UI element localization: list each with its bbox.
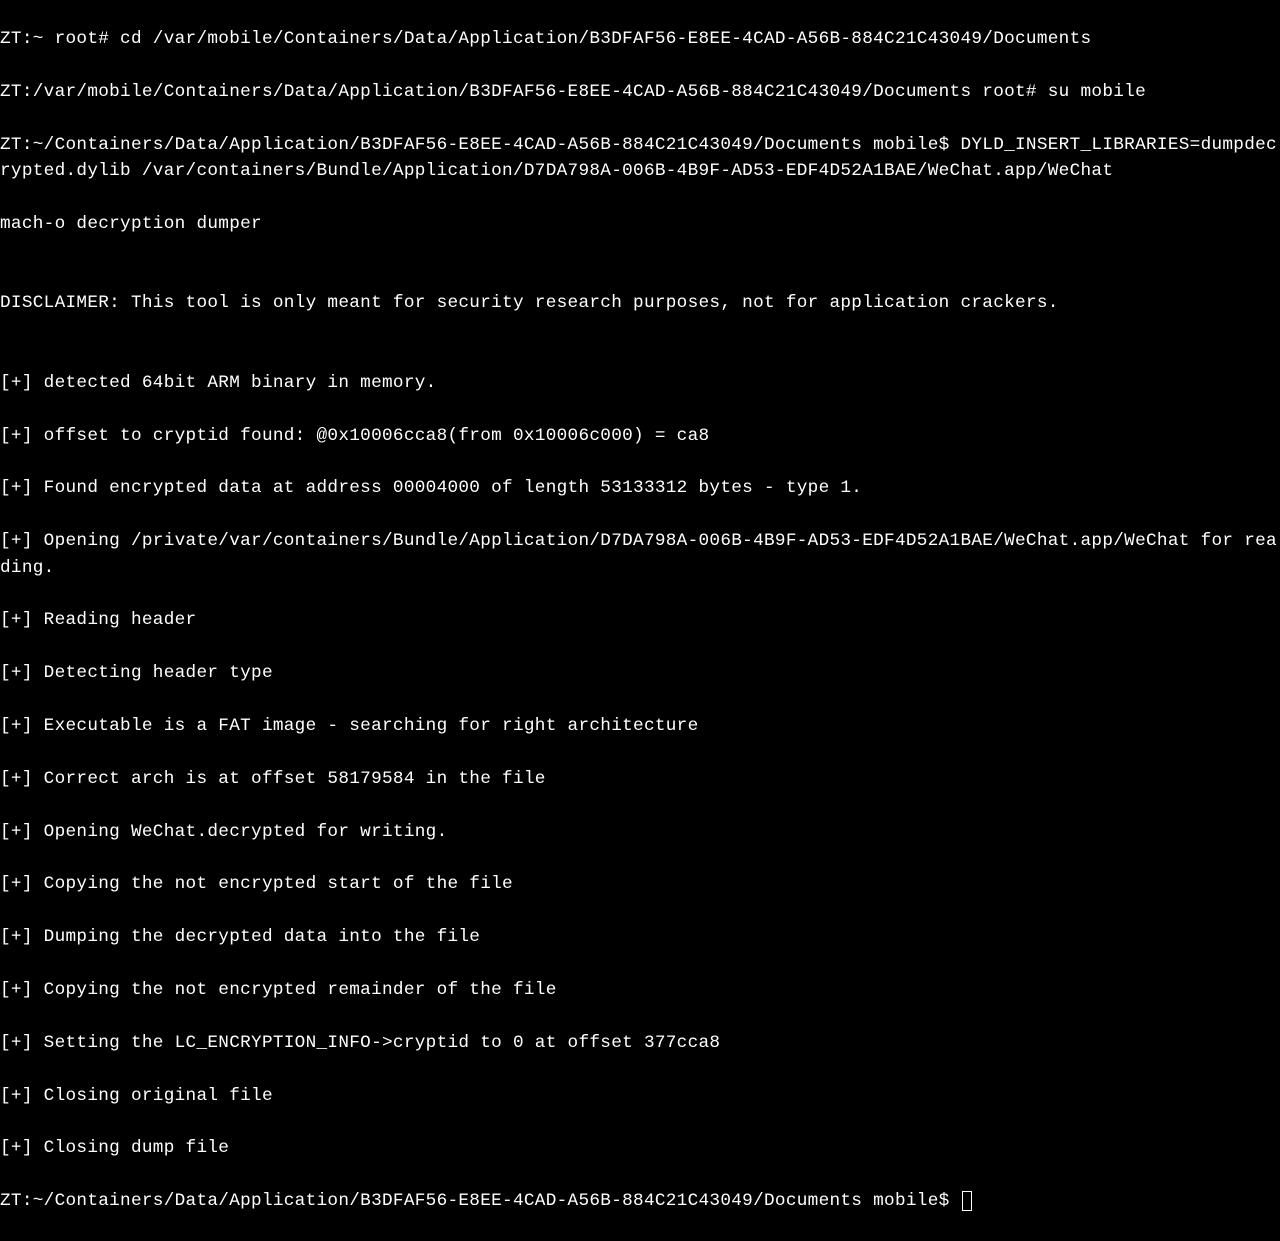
terminal-line: [+] Executable is a FAT image - searchin… <box>0 713 1280 739</box>
terminal-line: [+] Copying the not encrypted remainder … <box>0 977 1280 1003</box>
terminal-line: [+] Reading header <box>0 607 1280 633</box>
terminal-prompt: ZT:~/Containers/Data/Application/B3DFAF5… <box>0 1191 960 1211</box>
terminal-line: [+] offset to cryptid found: @0x10006cca… <box>0 423 1280 449</box>
terminal-line: [+] Copying the not encrypted start of t… <box>0 871 1280 897</box>
terminal-line: [+] Setting the LC_ENCRYPTION_INFO->cryp… <box>0 1030 1280 1056</box>
terminal-line: DISCLAIMER: This tool is only meant for … <box>0 290 1280 316</box>
terminal-line: [+] Detecting header type <box>0 660 1280 686</box>
terminal-line: [+] detected 64bit ARM binary in memory. <box>0 370 1280 396</box>
terminal-line: [+] Dumping the decrypted data into the … <box>0 924 1280 950</box>
cursor-icon <box>962 1191 972 1211</box>
terminal-line: mach-o decryption dumper <box>0 211 1280 237</box>
terminal-line: [+] Closing dump file <box>0 1135 1280 1161</box>
terminal-line: ZT:~/Containers/Data/Application/B3DFAF5… <box>0 132 1280 185</box>
terminal-line: ZT:/var/mobile/Containers/Data/Applicati… <box>0 79 1280 105</box>
terminal-window[interactable]: ZT:~ root# cd /var/mobile/Containers/Dat… <box>0 0 1280 1241</box>
terminal-line: [+] Opening /private/var/containers/Bund… <box>0 528 1280 581</box>
terminal-line: [+] Opening WeChat.decrypted for writing… <box>0 819 1280 845</box>
terminal-line: [+] Correct arch is at offset 58179584 i… <box>0 766 1280 792</box>
terminal-line: [+] Found encrypted data at address 0000… <box>0 475 1280 501</box>
terminal-line: [+] Closing original file <box>0 1083 1280 1109</box>
terminal-prompt-line[interactable]: ZT:~/Containers/Data/Application/B3DFAF5… <box>0 1188 1280 1214</box>
terminal-line: ZT:~ root# cd /var/mobile/Containers/Dat… <box>0 26 1280 52</box>
